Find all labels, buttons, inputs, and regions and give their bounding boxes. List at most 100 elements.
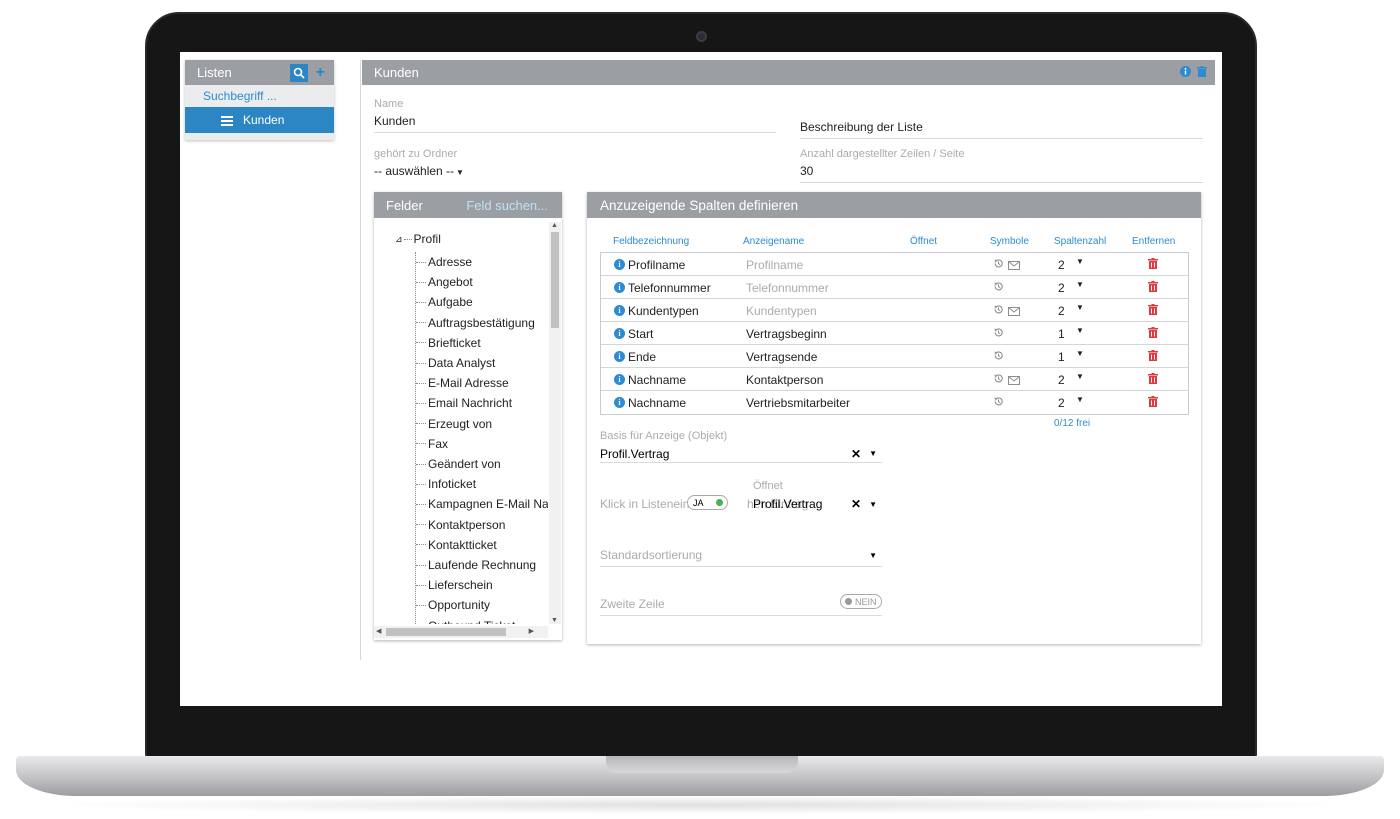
history-icon[interactable] (993, 304, 1004, 318)
folder-select[interactable]: gehört zu Ordner -- auswählen -- ▼ (374, 148, 534, 178)
horizontal-scrollbar[interactable]: ◀ ▶ (374, 626, 548, 638)
tree-node[interactable]: Outbound Ticket (416, 616, 515, 624)
description-field[interactable]: Beschreibung der Liste (800, 116, 1203, 139)
display-name-input[interactable]: Profilname (746, 258, 803, 272)
history-icon[interactable] (993, 258, 1004, 272)
lists-header: Listen + (185, 60, 334, 85)
delete-icon[interactable] (1148, 396, 1158, 410)
clear-icon[interactable]: ✕ (851, 497, 861, 511)
mail-icon[interactable] (1008, 305, 1020, 319)
delete-icon[interactable] (1148, 304, 1158, 318)
name-field[interactable]: Name Kunden (374, 98, 776, 133)
mail-icon[interactable] (1008, 374, 1020, 388)
sort-select[interactable]: Standardsortierung ▼ (600, 547, 882, 567)
clear-icon[interactable]: ✕ (851, 447, 861, 461)
history-icon[interactable] (993, 350, 1004, 364)
caret-down-icon[interactable]: ▼ (869, 551, 877, 560)
caret-down-icon[interactable]: ▼ (869, 500, 877, 509)
tree-node[interactable]: Laufende Rechnung (416, 555, 536, 575)
info-icon[interactable]: i (614, 305, 625, 316)
delete-icon[interactable] (1148, 350, 1158, 364)
tree-node-label: Kontaktticket (428, 537, 497, 552)
field-name: Telefonnummer (628, 281, 711, 295)
caret-down-icon[interactable]: ▼ (1076, 349, 1084, 358)
tree-node[interactable]: Lieferschein (416, 575, 493, 595)
delete-icon[interactable] (1148, 281, 1158, 295)
mail-icon[interactable] (1008, 259, 1020, 273)
field-search-link[interactable]: Feld suchen... (466, 198, 548, 213)
tree-node[interactable]: E-Mail Adresse (416, 373, 509, 393)
history-icon[interactable] (993, 281, 1004, 295)
tree-node[interactable]: Opportunity (416, 595, 490, 615)
tree-node[interactable]: Fax (416, 434, 448, 454)
column-count-select[interactable]: 2 (1058, 304, 1065, 318)
fields-title: Felder (386, 197, 423, 213)
col-spaltenzahl: Spaltenzahl (1054, 236, 1107, 247)
info-icon[interactable]: i (614, 259, 625, 270)
trash-icon[interactable] (1197, 65, 1207, 80)
info-icon[interactable]: i (614, 351, 625, 362)
display-name-input[interactable]: Vertragsende (746, 350, 817, 364)
display-name-input[interactable]: Telefonnummer (746, 281, 829, 295)
history-icon[interactable] (993, 373, 1004, 387)
tree-node[interactable]: Angebot (416, 272, 473, 292)
laptop-shadow (40, 796, 1360, 814)
info-icon[interactable]: i (614, 282, 625, 293)
list-item-label: Kunden (243, 113, 285, 127)
tree-node[interactable]: Briefticket (416, 333, 481, 353)
oeffnet-select[interactable]: Öffnet Profil.Vertrag ✕ ▼ (753, 480, 882, 512)
tree-node[interactable]: Aufgabe (416, 292, 473, 312)
tree-node[interactable]: Geändert von (416, 454, 501, 474)
tree-node[interactable]: Kampagnen E-Mail Nac (416, 494, 548, 514)
column-count-select[interactable]: 2 (1058, 258, 1065, 272)
tree-node[interactable]: Auftragsbestätigung (416, 313, 535, 333)
caret-down-icon[interactable]: ▼ (1076, 257, 1084, 266)
rows-per-page-field[interactable]: Anzahl dargestellter Zeilen / Seite 30 (800, 148, 1203, 183)
second-row-toggle[interactable]: NEIN (840, 594, 882, 609)
tree-node[interactable]: Data Analyst (416, 353, 495, 373)
caret-down-icon[interactable]: ▼ (1076, 395, 1084, 404)
tree-root[interactable]: ⊿ Profil (395, 232, 441, 246)
caret-down-icon[interactable]: ▼ (1076, 303, 1084, 312)
click-entry-toggle[interactable]: JA (687, 495, 728, 510)
caret-down-icon[interactable]: ▼ (1076, 280, 1084, 289)
tree-node[interactable]: Kontaktperson (416, 515, 505, 535)
delete-icon[interactable] (1148, 327, 1158, 341)
caret-down-icon[interactable]: ▼ (1076, 372, 1084, 381)
column-count-select[interactable]: 2 (1058, 373, 1065, 387)
basis-select[interactable]: Basis für Anzeige (Objekt) Profil.Vertra… (600, 430, 882, 463)
info-icon[interactable]: i (614, 374, 625, 385)
folder-label: gehört zu Ordner (374, 148, 458, 160)
display-name-input[interactable]: Vertriebsmitarbeiter (746, 396, 850, 410)
search-icon[interactable] (289, 63, 308, 82)
display-name-input[interactable]: Kundentypen (746, 304, 817, 318)
info-icon[interactable] (1180, 65, 1191, 80)
info-icon[interactable]: i (614, 397, 625, 408)
caret-down-icon[interactable]: ▼ (869, 449, 877, 458)
delete-icon[interactable] (1148, 258, 1158, 272)
vertical-scrollbar[interactable]: ▲ ▼ (549, 222, 561, 624)
caret-down-icon[interactable]: ▼ (1076, 326, 1084, 335)
column-count-select[interactable]: 1 (1058, 350, 1065, 364)
tree-node[interactable]: Adresse (416, 252, 472, 272)
display-name-input[interactable]: Vertragsbeginn (746, 327, 827, 341)
tree-collapse-icon[interactable]: ⊿ (395, 234, 403, 245)
history-icon[interactable] (993, 396, 1004, 410)
tree-node[interactable]: Infoticket (416, 474, 476, 494)
history-icon[interactable] (993, 327, 1004, 341)
tree-node[interactable]: Kontaktticket (416, 535, 497, 555)
column-count-select[interactable]: 2 (1058, 396, 1065, 410)
delete-icon[interactable] (1148, 373, 1158, 387)
column-count-select[interactable]: 1 (1058, 327, 1065, 341)
tree-node-label: Briefticket (428, 335, 481, 350)
tree-root-label: Profil (413, 232, 441, 246)
display-name-input[interactable]: Kontaktperson (746, 373, 823, 387)
tree-node[interactable]: Email Nachricht (416, 393, 512, 413)
add-list-icon[interactable]: + (316, 64, 325, 81)
fields-panel: Felder Feld suchen... ⊿ Profil Adresse An… (374, 192, 562, 640)
column-count-select[interactable]: 2 (1058, 281, 1065, 295)
list-item-kunden[interactable]: Kunden (185, 107, 334, 133)
tree-node[interactable]: Erzeugt von (416, 414, 492, 434)
info-icon[interactable]: i (614, 328, 625, 339)
search-term-link[interactable]: Suchbegriff ... (185, 85, 334, 107)
